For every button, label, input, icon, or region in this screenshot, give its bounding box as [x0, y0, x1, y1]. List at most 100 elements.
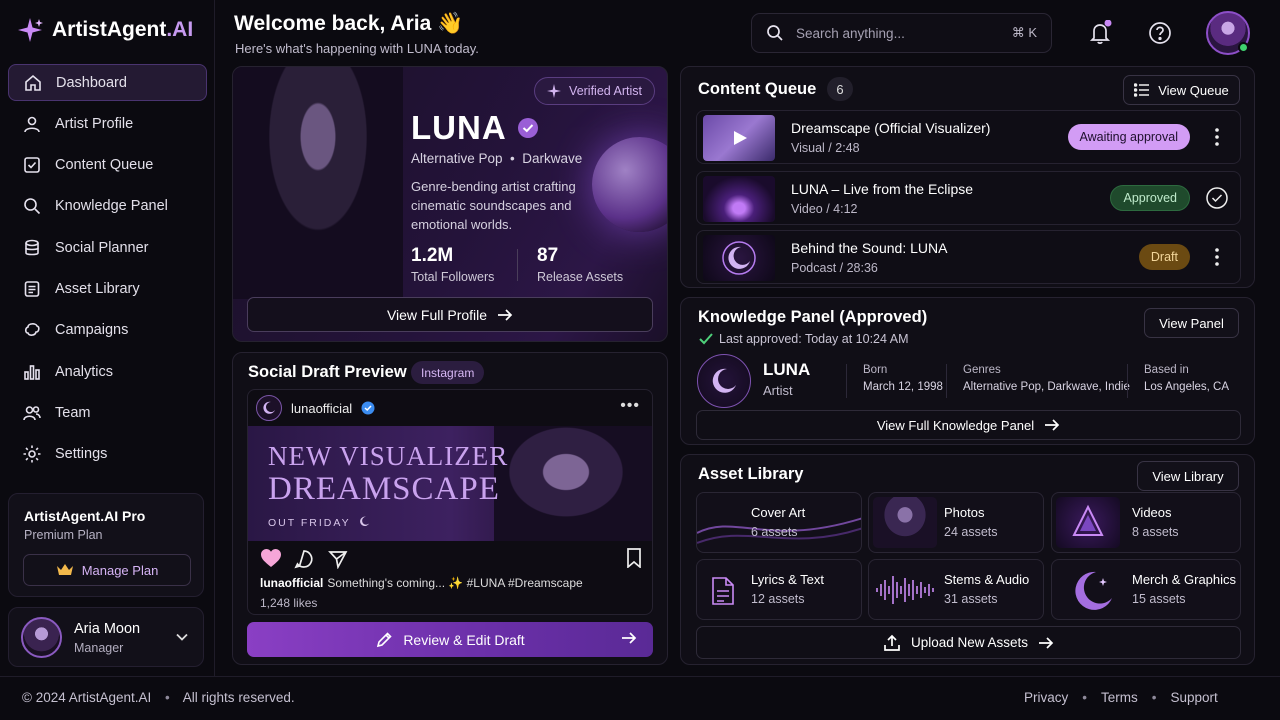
queue-item[interactable]: LUNA – Live from the Eclipse Video / 4:1… [696, 171, 1241, 225]
sidebar-item-team[interactable]: Team [8, 394, 207, 431]
photo-thumbnail [873, 497, 937, 548]
bookmark-icon[interactable] [626, 548, 642, 568]
footer-link-terms[interactable]: Terms [1101, 690, 1138, 705]
help-icon [1149, 22, 1171, 44]
footer: © 2024 ArtistAgent.AI • All rights reser… [0, 676, 1280, 720]
sidebar-item-label: Team [55, 404, 91, 421]
user-card[interactable]: Aria Moon Manager [8, 607, 204, 667]
verified-artist-badge: Verified Artist [534, 77, 655, 105]
queue-item[interactable]: Dreamscape (Official Visualizer) Visual … [696, 110, 1241, 164]
arrow-right-icon [622, 632, 637, 644]
asset-name: Stems & Audio [944, 572, 1030, 587]
sidebar-item-settings[interactable]: Settings [8, 436, 207, 473]
sidebar-item-campaigns[interactable]: Campaigns [8, 312, 207, 349]
search-bar[interactable]: ⌘ K [751, 13, 1052, 53]
comment-icon[interactable] [294, 549, 314, 569]
post-caption: lunaofficial Something's coming... ✨ #LUN… [260, 576, 583, 590]
sidebar-item-analytics[interactable]: Analytics [8, 353, 207, 390]
view-full-profile-button[interactable]: View Full Profile [247, 297, 653, 332]
sidebar-item-content-queue[interactable]: Content Queue [8, 147, 207, 184]
stat-divider [517, 249, 518, 281]
manage-plan-label: Manage Plan [81, 562, 159, 578]
bar-chart-icon [24, 364, 40, 380]
view-panel-button[interactable]: View Panel [1144, 308, 1239, 338]
asset-name: Photos [944, 505, 985, 520]
search-input[interactable] [796, 25, 1000, 41]
asset-tile-photos[interactable]: Photos 24 assets [868, 492, 1044, 553]
more-vertical-icon[interactable] [1206, 246, 1228, 268]
sidebar-item-artist-profile[interactable]: Artist Profile [8, 105, 207, 142]
app-name: ArtistAgent [52, 18, 167, 41]
queue-thumbnail [703, 115, 775, 161]
verified-label: Verified Artist [569, 84, 642, 98]
asset-library-panel: Asset Library View Library Cover Art 6 a… [680, 454, 1255, 665]
asset-count: 6 assets [751, 525, 798, 539]
user-icon [24, 116, 40, 133]
sidebar-item-social-planner[interactable]: Social Planner [8, 229, 207, 266]
asset-tile-merch[interactable]: Merch & Graphics 15 assets [1051, 559, 1241, 620]
post-out-label: OUT FRIDAY [268, 516, 370, 529]
footer-link-privacy[interactable]: Privacy [1024, 690, 1068, 705]
waveform-icon [876, 576, 934, 604]
search-icon [24, 198, 41, 215]
artist-name-row: LUNA [411, 109, 539, 147]
notifications-button[interactable] [1088, 20, 1114, 46]
asset-tile-stems[interactable]: Stems & Audio 31 assets [868, 559, 1044, 620]
avatar [21, 617, 62, 658]
sidebar-item-knowledge-panel[interactable]: Knowledge Panel [8, 188, 207, 225]
app-name-accent: .AI [166, 18, 194, 41]
view-full-knowledge-panel-button[interactable]: View Full Knowledge Panel [696, 410, 1241, 440]
field-label: Based in [1144, 364, 1189, 376]
kp-field-based-in: Based in Los Angeles, CA [1127, 364, 1229, 398]
kp-field-genres: Genres Alternative Pop, Darkwave, Indie [946, 364, 1130, 398]
search-shortcut: ⌘ K [1011, 25, 1037, 40]
queue-item-meta: Visual / 2:48 [791, 141, 860, 155]
more-horizontal-icon[interactable]: ••• [620, 397, 640, 415]
sidebar-item-label: Social Planner [55, 239, 149, 256]
view-queue-button[interactable]: View Queue [1123, 75, 1240, 105]
stat-followers: 1.2M Total Followers [411, 245, 494, 284]
app-logo[interactable]: ArtistAgent.AI [16, 16, 193, 44]
online-indicator [1238, 42, 1249, 53]
queue-item[interactable]: Behind the Sound: LUNA Podcast / 28:36 D… [696, 230, 1241, 284]
asset-count: 15 assets [1132, 592, 1186, 606]
more-vertical-icon[interactable] [1206, 126, 1228, 148]
button-label: View Queue [1158, 82, 1229, 98]
artist-logo [697, 354, 751, 408]
copyright-text: © 2024 ArtistAgent.AI [22, 690, 152, 705]
social-draft-panel: Social Draft Preview Instagram lunaoffic… [232, 352, 668, 665]
post-preview: lunaofficial ••• NEW VISUALIZER DREAMSCA… [247, 389, 653, 615]
help-button[interactable] [1147, 20, 1173, 46]
post-headline: NEW VISUALIZER DREAMSCAPE [268, 440, 508, 506]
sidebar: ArtistAgent.AI Dashboard Artist Profile … [0, 0, 215, 676]
check-circle-icon[interactable] [1206, 187, 1228, 209]
review-edit-draft-button[interactable]: Review & Edit Draft [247, 622, 653, 657]
post-image: NEW VISUALIZER DREAMSCAPE OUT FRIDAY [248, 426, 652, 541]
sidebar-item-asset-library[interactable]: Asset Library [8, 270, 207, 307]
artist-photo [233, 67, 403, 299]
share-icon[interactable] [328, 549, 348, 569]
list-icon [1134, 83, 1150, 97]
arrow-right-icon [498, 308, 513, 321]
field-value: Alternative Pop, Darkwave, Indie [963, 381, 1130, 393]
post-likes: 1,248 likes [260, 596, 318, 610]
manage-plan-button[interactable]: Manage Plan [23, 554, 191, 586]
upload-assets-button[interactable]: Upload New Assets [696, 626, 1241, 659]
asset-tile-cover-art[interactable]: Cover Art 6 assets [696, 492, 862, 553]
panel-title: Content Queue [698, 80, 817, 98]
asset-tile-videos[interactable]: Videos 8 assets [1051, 492, 1241, 553]
headline-line: DREAMSCAPE [268, 471, 500, 507]
artist-card: Verified Artist LUNA Alternative Pop • D… [232, 66, 668, 342]
heart-icon[interactable] [260, 548, 282, 568]
footer-link-support[interactable]: Support [1170, 690, 1217, 705]
separator: • [1151, 690, 1157, 705]
sidebar-item-label: Knowledge Panel [55, 198, 168, 215]
last-approved: Last approved: Today at 10:24 AM [699, 332, 908, 346]
asset-tile-lyrics[interactable]: Lyrics & Text 12 assets [696, 559, 862, 620]
sidebar-item-dashboard[interactable]: Dashboard [8, 64, 207, 101]
view-library-button[interactable]: View Library [1137, 461, 1239, 491]
play-icon[interactable] [703, 115, 775, 161]
profile-avatar[interactable] [1206, 11, 1250, 55]
chevron-down-icon[interactable] [175, 630, 189, 644]
post-handle: lunaofficial [291, 400, 353, 416]
